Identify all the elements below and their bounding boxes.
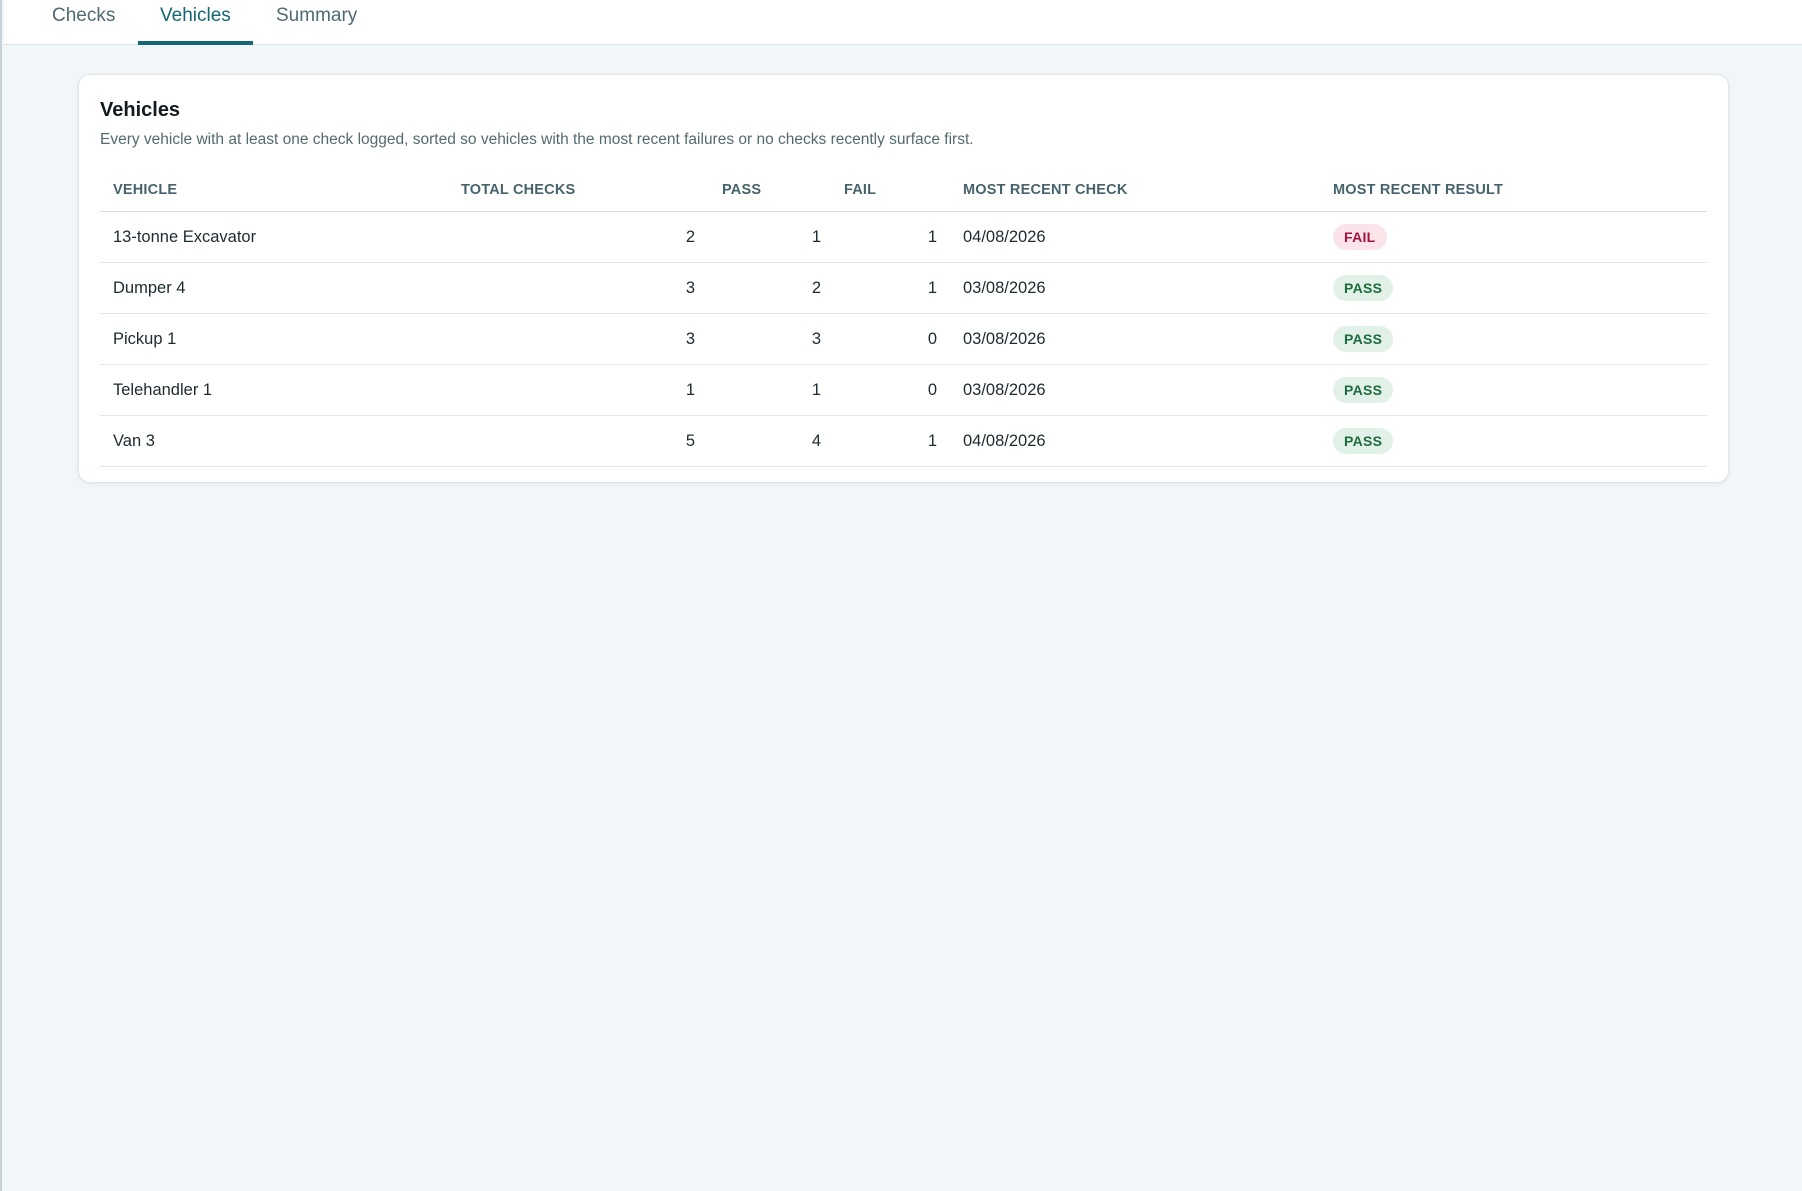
tab-vehicles[interactable]: Vehicles xyxy=(138,0,253,45)
most-recent-result-cell: PASS xyxy=(1320,262,1707,314)
total-checks-cell: 1 xyxy=(448,364,708,416)
card-subtitle: Every vehicle with at least one check lo… xyxy=(100,131,974,148)
most-recent-result-cell: PASS xyxy=(1320,364,1707,416)
most-recent-check-cell: 03/08/2026 xyxy=(950,313,1320,365)
app-frame: Checks Vehicles Summary Vehicles Every v… xyxy=(0,0,1802,1191)
total-checks-cell: 3 xyxy=(448,313,708,365)
pass-count-cell: 1 xyxy=(708,364,834,416)
pass-count-cell: 1 xyxy=(708,211,834,263)
most-recent-check-cell: 03/08/2026 xyxy=(950,262,1320,314)
vehicle-name-cell: Pickup 1 xyxy=(100,313,448,365)
tab-summary[interactable]: Summary xyxy=(254,0,379,45)
table-row[interactable]: Dumper 4 3 2 1 03/08/2026 PASS xyxy=(100,262,1707,314)
most-recent-check-cell: 04/08/2026 xyxy=(950,211,1320,263)
vehicles-table: VEHICLE TOTAL CHECKS PASS FAIL MOST RECE… xyxy=(100,169,1707,467)
fail-count-cell: 1 xyxy=(834,262,950,314)
fail-count-cell: 0 xyxy=(834,313,950,365)
status-badge: PASS xyxy=(1333,326,1394,352)
column-header-fail[interactable]: FAIL xyxy=(834,169,950,212)
total-checks-cell: 2 xyxy=(448,211,708,263)
pass-count-cell: 4 xyxy=(708,415,834,467)
table-row[interactable]: Pickup 1 3 3 0 03/08/2026 PASS xyxy=(100,313,1707,365)
most-recent-check-cell: 04/08/2026 xyxy=(950,415,1320,467)
status-badge: PASS xyxy=(1333,377,1394,403)
fail-count-cell: 1 xyxy=(834,415,950,467)
status-badge: PASS xyxy=(1333,275,1394,301)
tab-bar: Checks Vehicles Summary xyxy=(4,0,1802,45)
table-row[interactable]: Telehandler 1 1 1 0 03/08/2026 PASS xyxy=(100,364,1707,416)
table-header-row: VEHICLE TOTAL CHECKS PASS FAIL MOST RECE… xyxy=(100,169,1707,212)
vehicle-name-cell: 13-tonne Excavator xyxy=(100,211,448,263)
status-badge: FAIL xyxy=(1333,224,1387,250)
vehicle-name-cell: Telehandler 1 xyxy=(100,364,448,416)
column-header-most-recent-result[interactable]: MOST RECENT RESULT xyxy=(1320,169,1707,212)
column-header-total-checks[interactable]: TOTAL CHECKS xyxy=(448,169,708,212)
most-recent-result-cell: PASS xyxy=(1320,313,1707,365)
fail-count-cell: 0 xyxy=(834,364,950,416)
vehicles-card: Vehicles Every vehicle with at least one… xyxy=(78,74,1729,483)
column-header-vehicle[interactable]: VEHICLE xyxy=(100,169,448,212)
pass-count-cell: 3 xyxy=(708,313,834,365)
most-recent-check-cell: 03/08/2026 xyxy=(950,364,1320,416)
fail-count-cell: 1 xyxy=(834,211,950,263)
status-badge: PASS xyxy=(1333,428,1394,454)
vehicle-name-cell: Van 3 xyxy=(100,415,448,467)
tab-checks[interactable]: Checks xyxy=(30,0,137,45)
vehicle-name-cell: Dumper 4 xyxy=(100,262,448,314)
table-row[interactable]: Van 3 5 4 1 04/08/2026 PASS xyxy=(100,415,1707,467)
pass-count-cell: 2 xyxy=(708,262,834,314)
total-checks-cell: 5 xyxy=(448,415,708,467)
most-recent-result-cell: PASS xyxy=(1320,415,1707,467)
table-row[interactable]: 13-tonne Excavator 2 1 1 04/08/2026 FAIL xyxy=(100,211,1707,263)
most-recent-result-cell: FAIL xyxy=(1320,211,1707,263)
column-header-pass[interactable]: PASS xyxy=(708,169,834,212)
column-header-most-recent-check[interactable]: MOST RECENT CHECK xyxy=(950,169,1320,212)
card-title: Vehicles xyxy=(100,99,181,121)
total-checks-cell: 3 xyxy=(448,262,708,314)
